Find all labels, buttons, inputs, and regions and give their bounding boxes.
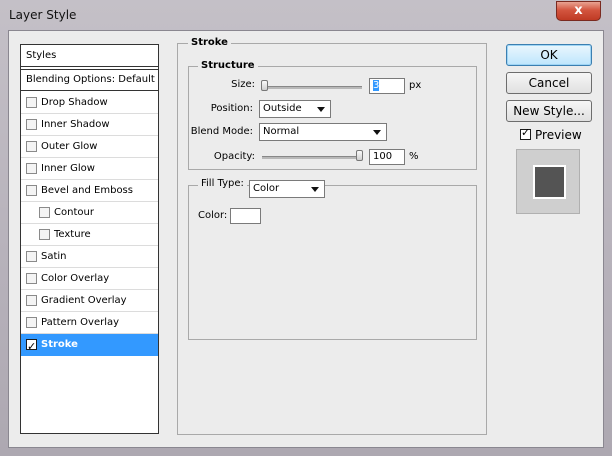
style-item-label: Inner Glow — [41, 163, 95, 174]
style-item-pattern-overlay[interactable]: Pattern Overlay — [21, 312, 158, 334]
opacity-value: 100 — [373, 151, 393, 162]
style-item-contour[interactable]: Contour — [21, 202, 158, 224]
style-item-inner-shadow[interactable]: Inner Shadow — [21, 114, 158, 136]
fill-type-value: Color — [253, 183, 280, 194]
inner-glow-checkbox[interactable] — [26, 163, 37, 174]
styles-list: Styles Blending Options: Default Drop Sh… — [20, 44, 159, 434]
color-overlay-checkbox[interactable] — [26, 273, 37, 284]
style-item-label: Inner Shadow — [41, 119, 110, 130]
style-item-inner-glow[interactable]: Inner Glow — [21, 158, 158, 180]
styles-header[interactable]: Styles — [21, 45, 158, 67]
style-item-stroke[interactable]: Stroke — [21, 334, 158, 358]
style-item-label: Contour — [54, 207, 94, 218]
style-item-label: Color Overlay — [41, 273, 110, 284]
style-item-label: Texture — [54, 229, 91, 240]
chevron-down-icon — [311, 187, 319, 192]
preview-label: Preview — [535, 128, 582, 142]
blend-mode-value: Normal — [263, 126, 300, 137]
satin-checkbox[interactable] — [26, 251, 37, 262]
window-title: Layer Style — [9, 8, 77, 22]
structure-title: Structure — [198, 60, 258, 71]
size-unit: px — [409, 80, 422, 91]
style-item-label: Drop Shadow — [41, 97, 108, 108]
inner-shadow-checkbox[interactable] — [26, 119, 37, 130]
texture-checkbox[interactable] — [39, 229, 50, 240]
blend-mode-label: Blend Mode: — [190, 126, 253, 137]
title-bar[interactable]: Layer Style x — [0, 0, 612, 30]
style-item-label: Gradient Overlay — [41, 295, 127, 306]
position-label: Position: — [210, 103, 253, 114]
contour-checkbox[interactable] — [39, 207, 50, 218]
preview-checkbox[interactable] — [520, 126, 531, 140]
position-select[interactable]: Outside — [259, 100, 331, 118]
fill-type-label: Fill Type: — [198, 178, 247, 189]
stroke-title: Stroke — [188, 37, 231, 48]
opacity-slider-thumb[interactable] — [356, 150, 363, 161]
color-swatch[interactable] — [230, 208, 261, 224]
color-label: Color: — [198, 210, 228, 221]
opacity-unit: % — [409, 151, 419, 162]
stroke-panel: Stroke Structure Size: 3 px Position: Ou… — [177, 37, 487, 435]
dialog-body: Styles Blending Options: Default Drop Sh… — [8, 30, 604, 448]
fill-type-group: Fill Type: Color Color: — [188, 178, 477, 340]
style-item-outer-glow[interactable]: Outer Glow — [21, 136, 158, 158]
position-value: Outside — [263, 103, 302, 114]
drop-shadow-checkbox[interactable] — [26, 97, 37, 108]
preview-toggle[interactable]: Preview — [520, 126, 600, 143]
style-item-label: Outer Glow — [41, 141, 98, 152]
preview-swatch — [533, 165, 566, 199]
opacity-input[interactable]: 100 — [369, 149, 405, 165]
stroke-checkbox[interactable] — [26, 336, 37, 358]
size-value: 3 — [373, 80, 380, 91]
style-item-label: Bevel and Emboss — [41, 185, 133, 196]
bevel-emboss-checkbox[interactable] — [26, 185, 37, 196]
style-item-bevel-and-emboss[interactable]: Bevel and Emboss — [21, 180, 158, 202]
close-button[interactable]: x — [556, 1, 601, 21]
gradient-overlay-checkbox[interactable] — [26, 295, 37, 306]
size-label: Size: — [231, 79, 255, 90]
ok-button[interactable]: OK — [506, 44, 592, 66]
style-item-texture[interactable]: Texture — [21, 224, 158, 246]
chevron-down-icon — [317, 107, 325, 112]
layer-style-dialog: Layer Style x Styles Blending Options: D… — [0, 0, 612, 456]
close-icon: x — [574, 3, 583, 18]
style-item-drop-shadow[interactable]: Drop Shadow — [21, 92, 158, 114]
style-item-color-overlay[interactable]: Color Overlay — [21, 268, 158, 290]
chevron-down-icon — [373, 130, 381, 135]
style-item-gradient-overlay[interactable]: Gradient Overlay — [21, 290, 158, 312]
style-item-label: Satin — [41, 251, 67, 262]
size-input[interactable]: 3 — [369, 78, 405, 94]
preview-thumbnail — [516, 149, 580, 214]
style-item-satin[interactable]: Satin — [21, 246, 158, 268]
outer-glow-checkbox[interactable] — [26, 141, 37, 152]
style-item-label: Pattern Overlay — [41, 317, 120, 328]
new-style-button[interactable]: New Style... — [506, 100, 592, 122]
style-item-label: Stroke — [41, 339, 78, 350]
fill-type-select[interactable]: Color — [249, 180, 325, 198]
opacity-slider[interactable] — [262, 156, 362, 159]
pattern-overlay-checkbox[interactable] — [26, 317, 37, 328]
cancel-button[interactable]: Cancel — [506, 72, 592, 94]
size-slider-thumb[interactable] — [261, 80, 268, 91]
blend-mode-select[interactable]: Normal — [259, 123, 387, 141]
size-slider[interactable] — [262, 86, 362, 89]
blending-options-item[interactable]: Blending Options: Default — [21, 69, 158, 91]
structure-group: Structure Size: 3 px Position: Outside B… — [188, 60, 477, 170]
opacity-label: Opacity: — [213, 151, 255, 162]
